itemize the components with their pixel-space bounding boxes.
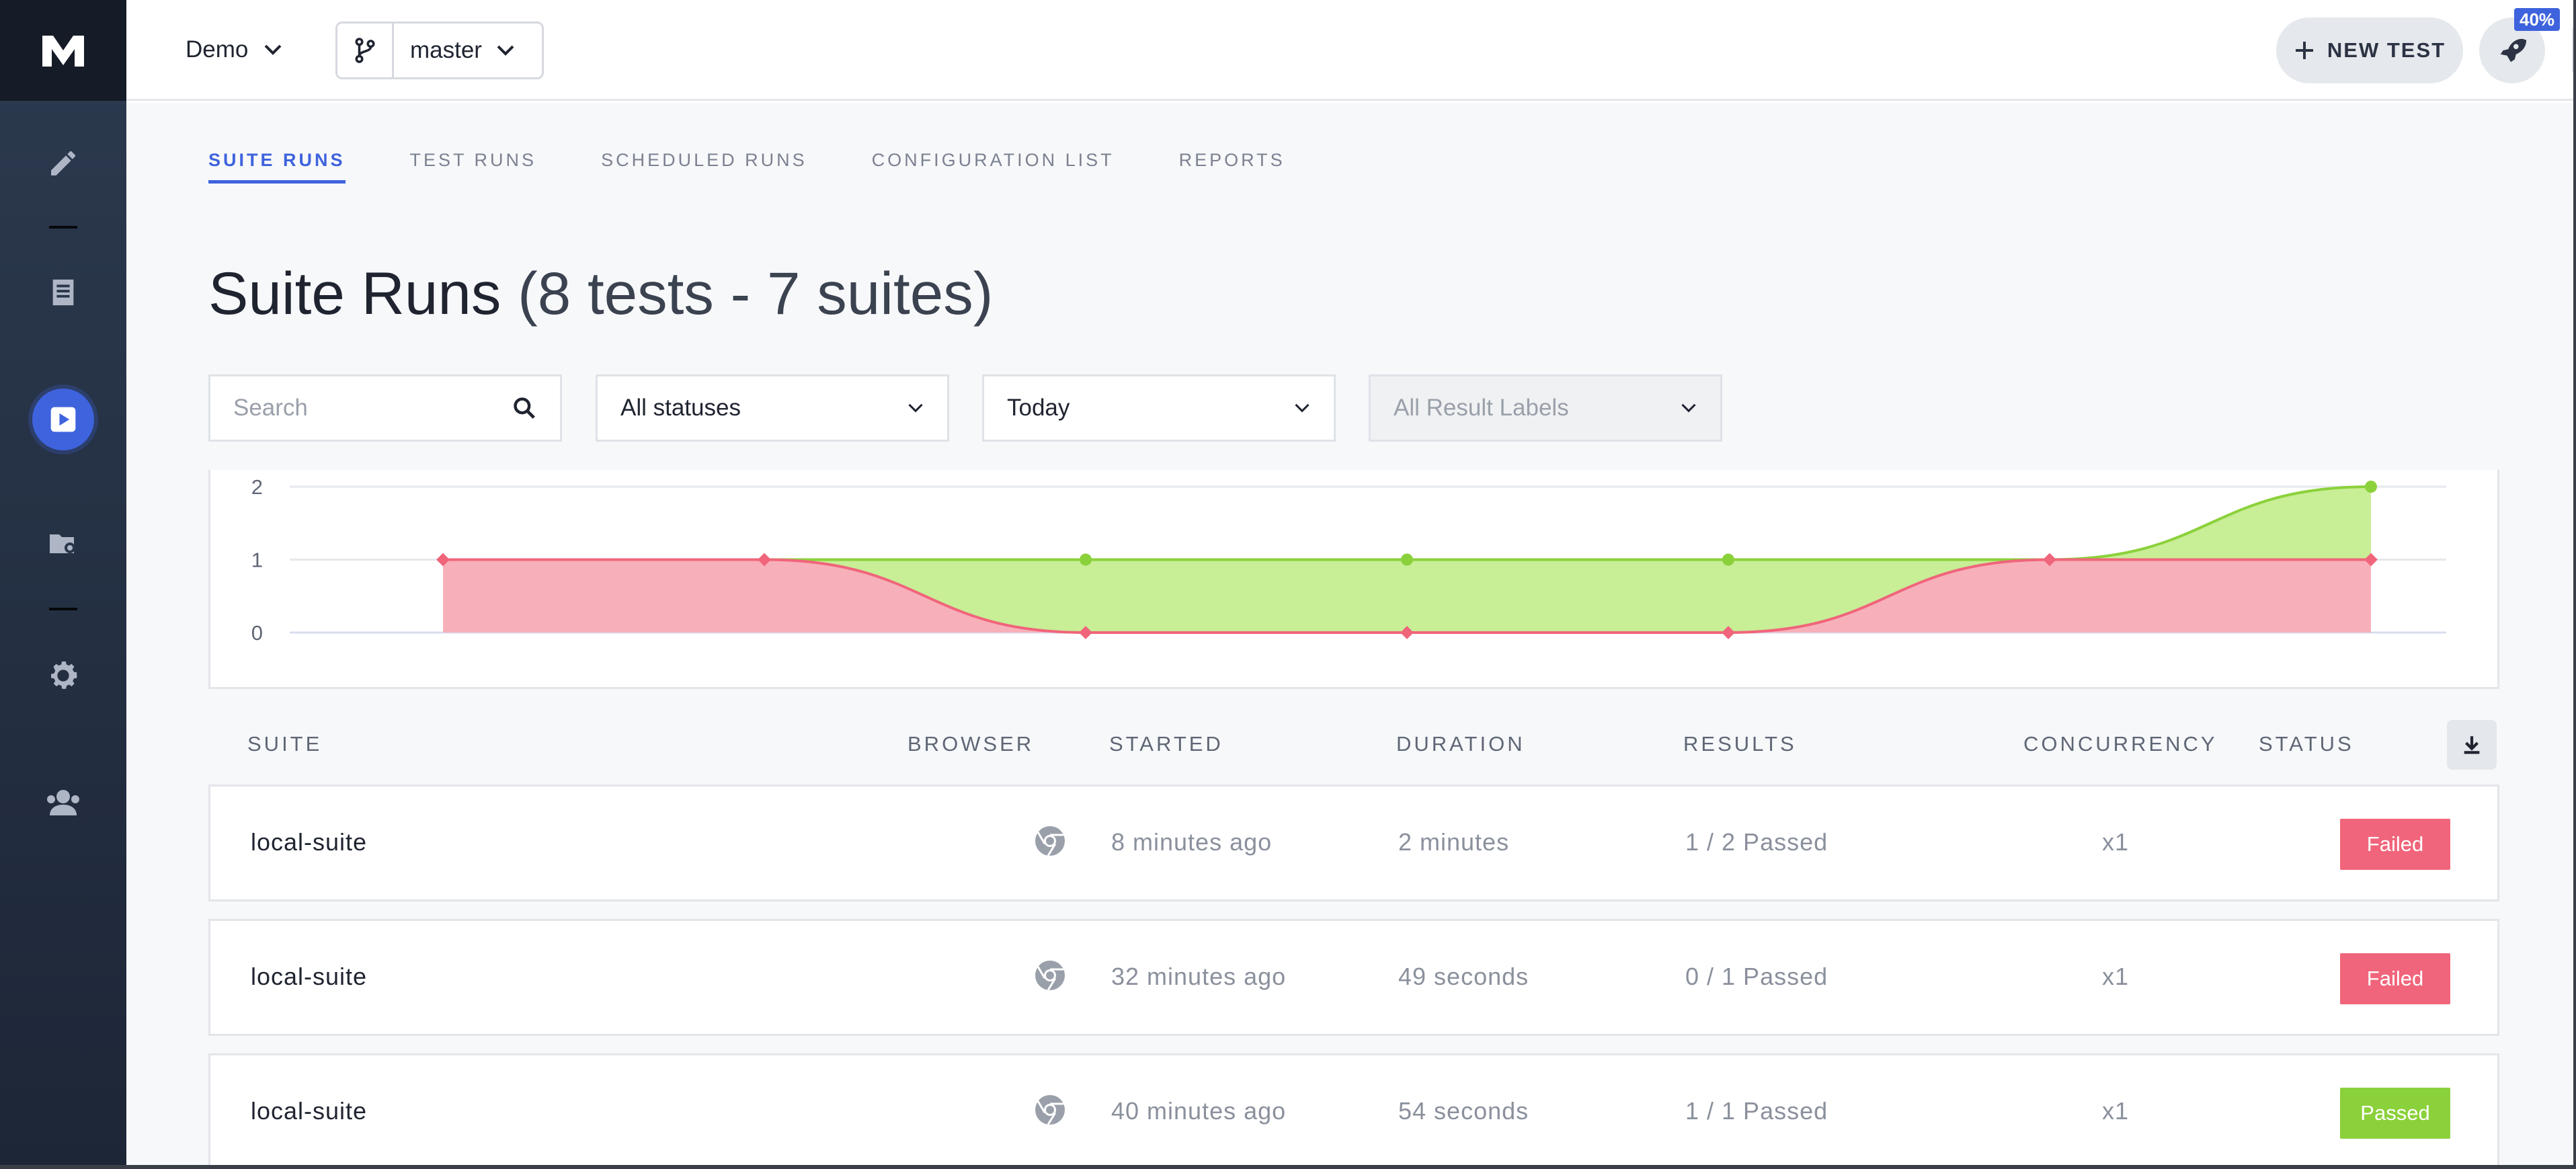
chevron-down-icon [497,45,514,56]
git-branch-icon [354,38,375,63]
users-icon [47,790,79,815]
sidebar-divider [49,226,77,229]
new-test-label: NEW TEST [2327,38,2446,62]
project-name: Demo [186,36,249,63]
chrome-icon [1035,826,1065,856]
project-selector[interactable]: Demo [186,31,283,69]
chrome-icon [1035,961,1065,991]
results-summary: 1 / 1 Passed [1685,1097,1828,1125]
sidebar [0,0,126,1169]
sidebar-item-settings[interactable] [0,652,126,699]
data-point-passed [2365,481,2377,493]
concurrency: x1 [2102,963,2130,990]
concurrency: x1 [2102,828,2130,856]
date-filter-value: Today [1007,395,1070,421]
sidebar-item-edit[interactable] [0,141,126,186]
table-row[interactable]: local-suite 40 minutes ago 54 seconds 1 … [208,1053,2499,1169]
y-tick-label: 2 [251,475,263,499]
y-tick-label: 0 [251,621,263,645]
tab-scheduled-runs[interactable]: SCHEDULED RUNS [601,150,807,184]
duration: 54 seconds [1398,1097,1529,1125]
series-line-passed [443,485,2372,561]
status-badge: Passed [2340,1088,2450,1139]
duration: 49 seconds [1398,963,1529,990]
y-tick-label: 1 [251,549,263,572]
download-icon [2464,736,2480,754]
status-filter[interactable]: All statuses [596,374,949,442]
rocket-icon [2500,38,2527,63]
search-placeholder: Search [233,395,308,421]
chevron-down-icon [1295,403,1310,413]
column-header-status[interactable]: STATUS [2259,732,2354,756]
sidebar-item-runs[interactable] [0,387,126,452]
chrome-icon [1035,1095,1065,1125]
search-icon [514,397,535,419]
window-edge [0,1165,2576,1169]
branch-selector[interactable]: master [335,22,544,79]
folder-settings-icon [50,534,75,553]
suite-name[interactable]: local-suite [251,828,367,856]
plus-icon [2295,42,2313,59]
started-time: 40 minutes ago [1111,1097,1287,1125]
tab-configuration-list[interactable]: CONFIGURATION LIST [872,150,1115,184]
sidebar-item-team[interactable] [0,778,126,825]
started-time: 32 minutes ago [1111,963,1287,990]
document-icon [52,279,74,306]
results-summary: 0 / 1 Passed [1685,963,1828,990]
result-labels-filter[interactable]: All Result Labels [1369,374,1722,442]
page-subtitle: (8 tests - 7 suites) [518,259,994,327]
status-badge: Failed [2340,953,2450,1004]
table-row[interactable]: local-suite 8 minutes ago 2 minutes 1 / … [208,784,2499,901]
sidebar-divider [49,608,77,610]
progress-badge: 40% [2514,8,2561,31]
logo-icon [42,36,84,67]
suite-name[interactable]: local-suite [251,1097,367,1125]
started-time: 8 minutes ago [1111,828,1273,856]
duration: 2 minutes [1398,828,1510,856]
pencil-icon [51,151,75,175]
column-header-duration[interactable]: DURATION [1396,732,1525,756]
results-summary: 1 / 2 Passed [1685,828,1828,856]
chevron-down-icon [264,44,282,55]
main-content: SUITE RUNS TEST RUNS SCHEDULED RUNS CONF… [126,103,2576,1169]
download-button[interactable] [2447,720,2497,770]
window-edge [2573,0,2576,1169]
data-point-passed [1401,553,1413,566]
app-logo[interactable] [0,0,126,101]
play-icon [50,407,76,432]
concurrency: x1 [2102,1097,2130,1125]
runs-chart-svg: 0 1 2 [251,475,2446,645]
column-header-suite[interactable]: SUITE [247,732,322,756]
status-filter-value: All statuses [620,395,741,421]
result-labels-value: All Result Labels [1394,395,1569,421]
tab-test-runs[interactable]: TEST RUNS [410,150,537,184]
data-point-passed [1722,553,1734,566]
date-filter[interactable]: Today [982,374,1336,442]
data-point-passed [1080,553,1092,566]
page-title: Suite Runs (8 tests - 7 suites) [208,259,993,328]
column-header-browser[interactable]: BROWSER [908,732,1034,756]
sidebar-item-documents[interactable] [0,270,126,315]
search-input[interactable]: Search [208,374,562,442]
runs-chart: 0 1 2 [208,470,2499,689]
chevron-down-icon [908,403,923,413]
sidebar-item-folder-settings[interactable] [0,522,126,566]
tab-suite-runs[interactable]: SUITE RUNS [208,150,346,184]
new-test-button[interactable]: NEW TEST [2276,17,2463,83]
chevron-down-icon [1681,403,1696,413]
column-header-results[interactable]: RESULTS [1683,732,1797,756]
branch-name: master [410,37,482,63]
status-badge: Failed [2340,819,2450,870]
page-title-text: Suite Runs [208,259,501,327]
tab-bar: SUITE RUNS TEST RUNS SCHEDULED RUNS CONF… [208,150,1285,184]
suite-name[interactable]: local-suite [251,963,367,991]
table-header: SUITE BROWSER STARTED DURATION RESULTS C… [208,708,2499,778]
top-bar: Demo master NEW TEST 40% H [126,0,2576,101]
gear-icon [51,661,77,689]
tab-reports[interactable]: REPORTS [1179,150,1285,184]
column-header-started[interactable]: STARTED [1109,732,1223,756]
table-row[interactable]: local-suite 32 minutes ago 49 seconds 0 … [208,919,2499,1036]
column-header-concurrency[interactable]: CONCURRENCY [2023,732,2218,756]
